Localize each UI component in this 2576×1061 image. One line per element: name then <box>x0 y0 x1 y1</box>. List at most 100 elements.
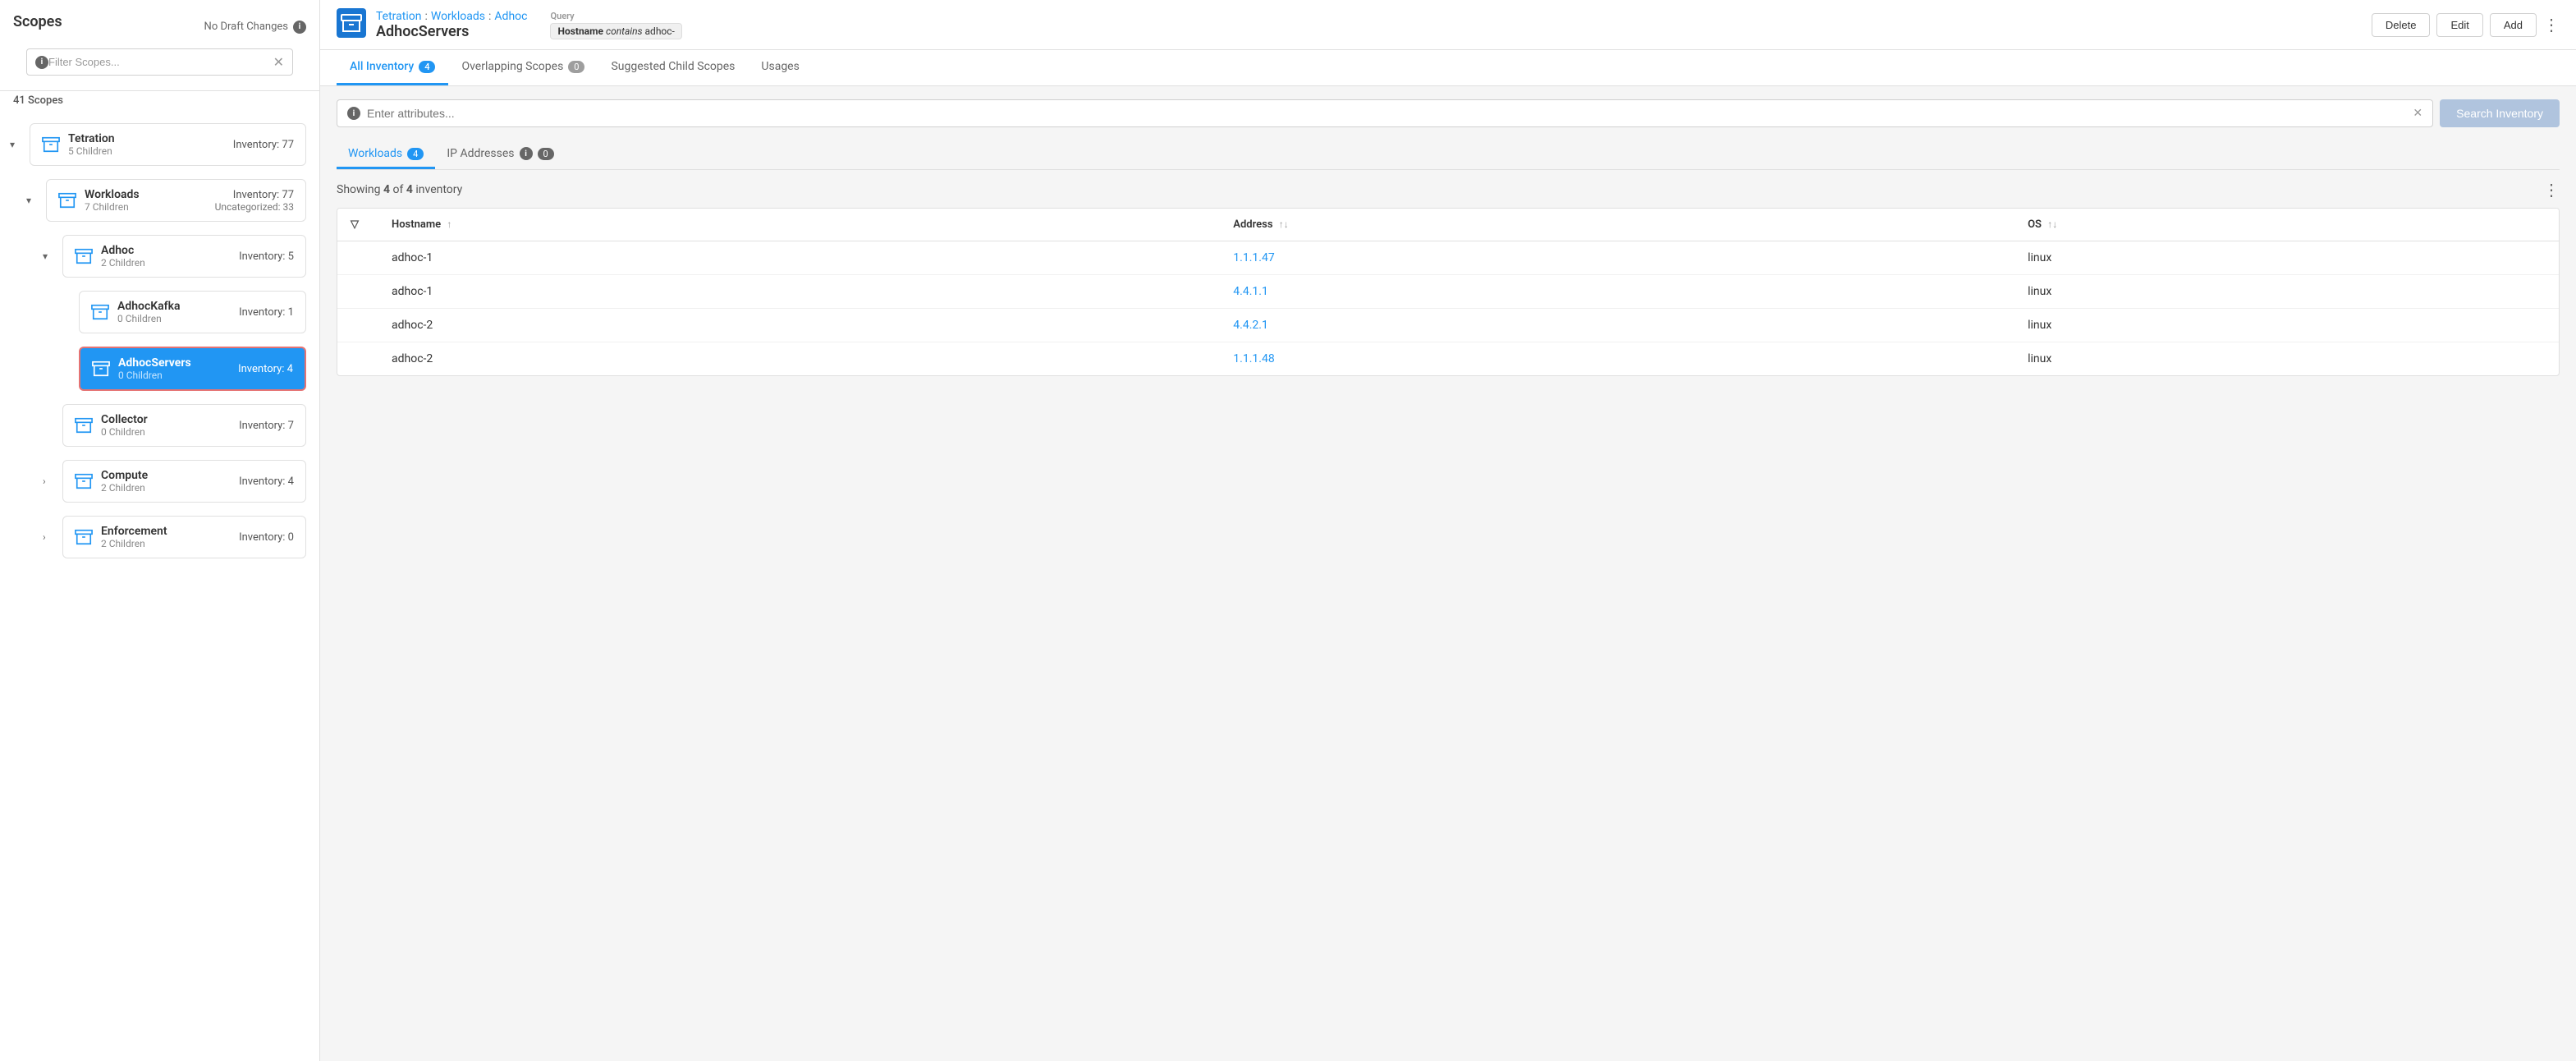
row-address: 1.1.1.47 <box>1220 241 2015 275</box>
filter-scopes-input[interactable] <box>48 56 273 68</box>
breadcrumb-adhoc[interactable]: Adhoc <box>494 10 527 23</box>
scope-card-enforcement[interactable]: Enforcement 2 Children Inventory: 0 <box>62 516 306 558</box>
list-item[interactable]: ▾ Adhoc 2 Children Inventory: 5 <box>33 228 319 284</box>
chevron-down-icon[interactable]: ▾ <box>26 195 43 206</box>
os-sort-icon[interactable]: ↑↓ <box>2047 218 2057 230</box>
sub-tab-workloads[interactable]: Workloads 4 <box>337 140 435 169</box>
draft-notice: No Draft Changes i <box>204 21 306 34</box>
add-button[interactable]: Add <box>2490 13 2537 37</box>
breadcrumb: Tetration : Workloads : Adhoc <box>376 10 527 23</box>
filter-icon[interactable]: ▽ <box>351 218 359 231</box>
tab-all-inventory-badge: 4 <box>419 61 435 73</box>
sidebar-header: Scopes No Draft Changes i i ✕ <box>0 0 319 91</box>
search-input-wrap[interactable]: i ✕ <box>337 99 2433 127</box>
list-item[interactable]: ▾ AdhocServers 0 Children Inventory: 4 <box>49 340 319 397</box>
scope-name: Collector <box>101 413 231 426</box>
table-more-icon[interactable]: ⋮ <box>2543 180 2560 200</box>
address-link[interactable]: 1.1.1.47 <box>1233 251 1274 264</box>
scope-name: Workloads <box>85 188 207 201</box>
sub-tab-ip-addresses[interactable]: IP Addresses i 0 <box>435 140 565 169</box>
cube-icon <box>75 416 93 434</box>
draft-info-icon: i <box>293 21 306 34</box>
showing-total: 4 <box>406 183 413 196</box>
chevron-right-icon[interactable]: › <box>43 475 59 487</box>
scope-card-tetration[interactable]: Tetration 5 Children Inventory: 77 <box>30 123 306 166</box>
list-item[interactable]: ▾ Workloads 7 Children Inventory: 77 Unc… <box>16 172 319 228</box>
sub-tab-workloads-badge: 4 <box>407 148 424 160</box>
row-hostname: adhoc-2 <box>378 309 1220 342</box>
scope-card-collector[interactable]: Collector 0 Children Inventory: 7 <box>62 404 306 447</box>
scope-inventory: Inventory: 77 <box>215 189 294 201</box>
scope-card-adhockafka[interactable]: AdhocKafka 0 Children Inventory: 1 <box>79 291 306 333</box>
breadcrumb-workloads[interactable]: Workloads <box>431 10 485 23</box>
address-link[interactable]: 4.4.2.1 <box>1233 319 1268 332</box>
query-pill: Hostname contains adhoc- <box>550 23 681 39</box>
list-item[interactable]: ▾ AdhocKafka 0 Children Inventory: 1 <box>49 284 319 340</box>
list-item[interactable]: ▾ Collector 0 Children Inventory: 7 <box>33 397 319 453</box>
list-item[interactable]: › Enforcement 2 Children Inventory: 0 <box>33 509 319 565</box>
scope-name: Enforcement <box>101 525 231 538</box>
more-options-icon[interactable]: ⋮ <box>2543 15 2560 34</box>
scope-card-workloads[interactable]: Workloads 7 Children Inventory: 77 Uncat… <box>46 179 306 222</box>
scope-name: Compute <box>101 469 231 482</box>
address-label: Address <box>1233 218 1272 231</box>
list-item[interactable]: › Compute 2 Children Inventory: 4 <box>33 453 319 509</box>
chevron-right-icon[interactable]: › <box>43 531 59 543</box>
cube-icon <box>58 191 76 209</box>
search-input[interactable] <box>367 107 2406 120</box>
scope-info: Compute 2 Children <box>101 469 231 494</box>
tab-usages[interactable]: Usages <box>748 50 812 85</box>
address-col-header[interactable]: Address ↑↓ <box>1220 209 2015 241</box>
edit-button[interactable]: Edit <box>2436 13 2482 37</box>
sidebar-title: Scopes <box>13 13 62 30</box>
os-col-header[interactable]: OS ↑↓ <box>2015 209 2559 241</box>
tab-overlapping-scopes-label: Overlapping Scopes <box>461 60 563 73</box>
hostname-col-header[interactable]: Hostname ↑ <box>378 209 1220 241</box>
scope-card-adhocservers[interactable]: AdhocServers 0 Children Inventory: 4 <box>79 347 306 391</box>
tabs-bar: All Inventory 4 Overlapping Scopes 0 Sug… <box>320 50 2576 86</box>
list-item[interactable]: ▾ Tetration 5 Children Inventory: 77 <box>0 117 319 172</box>
row-filter-cell <box>337 241 378 275</box>
scope-title-area: Tetration : Workloads : Adhoc AdhocServe… <box>376 10 527 40</box>
os-label: OS <box>2028 218 2042 231</box>
row-address: 4.4.2.1 <box>1220 309 2015 342</box>
scope-icon-main <box>337 8 366 41</box>
scope-inventory: Inventory: 4 <box>238 363 293 375</box>
tab-overlapping-scopes[interactable]: Overlapping Scopes 0 <box>448 50 598 85</box>
chevron-down-icon[interactable]: ▾ <box>10 139 26 150</box>
chevron-down-icon[interactable]: ▾ <box>43 250 59 262</box>
hostname-sort-icon[interactable]: ↑ <box>447 218 451 230</box>
address-link[interactable]: 4.4.1.1 <box>1233 285 1268 298</box>
scope-info: AdhocKafka 0 Children <box>117 300 231 324</box>
showing-count: 4 <box>383 183 390 196</box>
delete-button[interactable]: Delete <box>2372 13 2431 37</box>
scope-inventory: Inventory: 4 <box>239 475 294 488</box>
sub-tab-workloads-label: Workloads <box>348 147 402 160</box>
scope-card-adhoc[interactable]: Adhoc 2 Children Inventory: 5 <box>62 235 306 278</box>
search-bar: i ✕ Search Inventory <box>337 99 2560 127</box>
address-link[interactable]: 1.1.1.48 <box>1233 352 1274 365</box>
cube-icon <box>75 528 93 546</box>
showing-text: Showing 4 of 4 inventory ⋮ <box>337 180 2560 200</box>
search-info-icon: i <box>347 107 360 120</box>
tab-suggested-child-scopes[interactable]: Suggested Child Scopes <box>598 50 748 85</box>
address-sort-icon[interactable]: ↑↓ <box>1279 218 1289 230</box>
row-filter-cell <box>337 309 378 342</box>
breadcrumb-tetration[interactable]: Tetration <box>376 10 421 23</box>
search-inventory-button[interactable]: Search Inventory <box>2440 99 2560 127</box>
tab-all-inventory[interactable]: All Inventory 4 <box>337 50 448 85</box>
row-os: linux <box>2015 342 2559 376</box>
search-clear-icon[interactable]: ✕ <box>2413 107 2422 120</box>
scope-inventory: Inventory: 7 <box>239 420 294 432</box>
scope-name: AdhocServers <box>118 356 230 370</box>
scope-name: Adhoc <box>101 244 231 257</box>
row-hostname: adhoc-1 <box>378 275 1220 309</box>
inventory-table: ▽ Hostname ↑ Address ↑↓ OS <box>337 208 2560 376</box>
content-area: i ✕ Search Inventory Workloads 4 IP Addr… <box>320 86 2576 1061</box>
scope-children: 2 Children <box>101 257 231 269</box>
clear-filter-icon[interactable]: ✕ <box>273 54 284 70</box>
filter-box[interactable]: i ✕ <box>26 48 293 76</box>
showing-suffix: inventory <box>415 183 462 196</box>
scope-card-compute[interactable]: Compute 2 Children Inventory: 4 <box>62 460 306 503</box>
filter-info-icon: i <box>35 56 48 69</box>
